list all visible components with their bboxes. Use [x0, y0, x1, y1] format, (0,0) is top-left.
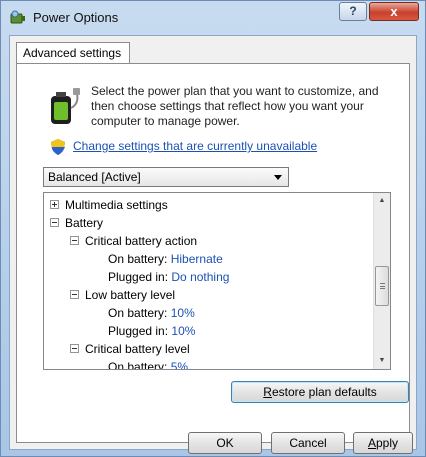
- uac-shield-icon: [51, 139, 65, 155]
- tab-advanced-settings[interactable]: Advanced settings: [16, 42, 130, 64]
- scroll-up-arrow-icon[interactable]: ▲: [374, 193, 390, 209]
- setting-value-link[interactable]: Hibernate: [171, 252, 223, 266]
- setting-value-link[interactable]: 10%: [171, 306, 195, 320]
- apply-button[interactable]: Apply: [353, 432, 413, 454]
- setting-value-link[interactable]: Do nothing: [171, 270, 229, 284]
- settings-tree-content: Multimedia settings Battery Critical bat…: [44, 193, 374, 369]
- cancel-button[interactable]: Cancel: [271, 432, 345, 454]
- tree-item-critical-action-on-battery[interactable]: On battery: Hibernate: [108, 250, 223, 268]
- power-plan-value: Balanced [Active]: [48, 170, 141, 184]
- button-mnemonic: R: [263, 385, 272, 399]
- tree-item-label: Low battery level: [85, 288, 176, 302]
- tree-item-label: Critical battery action: [85, 234, 198, 248]
- scroll-down-arrow-icon[interactable]: ▼: [374, 353, 390, 369]
- close-button[interactable]: x: [369, 2, 419, 21]
- tree-item-critical-battery-action[interactable]: Critical battery action: [70, 232, 197, 250]
- tree-scrollbar[interactable]: ▲ ▼: [373, 193, 390, 369]
- battery-plug-icon: [51, 88, 80, 124]
- scrollbar-thumb[interactable]: [375, 266, 389, 306]
- power-options-window: Power Options ? x Advanced settings Sele…: [0, 0, 426, 457]
- tree-collapse-icon[interactable]: [70, 290, 79, 300]
- change-settings-link[interactable]: Change settings that are currently unava…: [73, 139, 317, 153]
- tree-item-low-battery-level[interactable]: Low battery level: [70, 286, 175, 304]
- setting-label: On battery:: [108, 306, 168, 320]
- button-label: estore plan defaults: [271, 385, 377, 399]
- title-bar[interactable]: Power Options ? x: [1, 1, 425, 35]
- settings-tree[interactable]: Multimedia settings Battery Critical bat…: [43, 192, 391, 370]
- button-label: pply: [376, 436, 399, 450]
- intro-description: Select the power plan that you want to c…: [91, 84, 379, 128]
- tree-item-multimedia[interactable]: Multimedia settings: [50, 196, 168, 214]
- power-plan-dropdown[interactable]: Balanced [Active]: [43, 167, 289, 187]
- dialog-client-area: Advanced settings Select the power plan …: [9, 35, 417, 454]
- setting-label: Plugged in:: [108, 270, 169, 284]
- tree-item-label: Multimedia settings: [65, 198, 168, 212]
- setting-value-link[interactable]: 10%: [171, 324, 195, 338]
- help-button[interactable]: ?: [339, 2, 367, 21]
- tree-item-battery[interactable]: Battery: [50, 214, 103, 232]
- tree-item-low-level-on-battery[interactable]: On battery: 10%: [108, 304, 195, 322]
- grip-icon: [380, 283, 385, 289]
- dropdown-arrow-icon: [274, 175, 282, 180]
- tree-item-label: Critical battery level: [85, 342, 190, 356]
- ok-button[interactable]: OK: [188, 432, 262, 454]
- setting-label: On battery:: [108, 360, 168, 370]
- tree-item-critical-battery-level[interactable]: Critical battery level: [70, 340, 190, 358]
- tree-item-critical-level-on-battery[interactable]: On battery: 5%: [108, 358, 188, 370]
- power-options-icon: [10, 10, 25, 24]
- tree-item-critical-action-plugged-in[interactable]: Plugged in: Do nothing: [108, 268, 229, 286]
- setting-label: Plugged in:: [108, 324, 169, 338]
- tree-collapse-icon[interactable]: [70, 344, 79, 354]
- restore-plan-defaults-button[interactable]: Restore plan defaults: [231, 381, 409, 403]
- setting-value-link[interactable]: 5%: [171, 360, 188, 369]
- setting-label: On battery:: [108, 252, 168, 266]
- window-title: Power Options: [33, 10, 119, 25]
- tree-collapse-icon[interactable]: [50, 218, 59, 228]
- tree-item-low-level-plugged-in[interactable]: Plugged in: 10%: [108, 322, 195, 340]
- advanced-settings-panel: Select the power plan that you want to c…: [16, 63, 410, 443]
- tree-collapse-icon[interactable]: [70, 236, 79, 246]
- button-mnemonic: A: [367, 436, 376, 450]
- tree-item-label: Battery: [65, 216, 104, 230]
- tree-expand-icon[interactable]: [50, 200, 59, 210]
